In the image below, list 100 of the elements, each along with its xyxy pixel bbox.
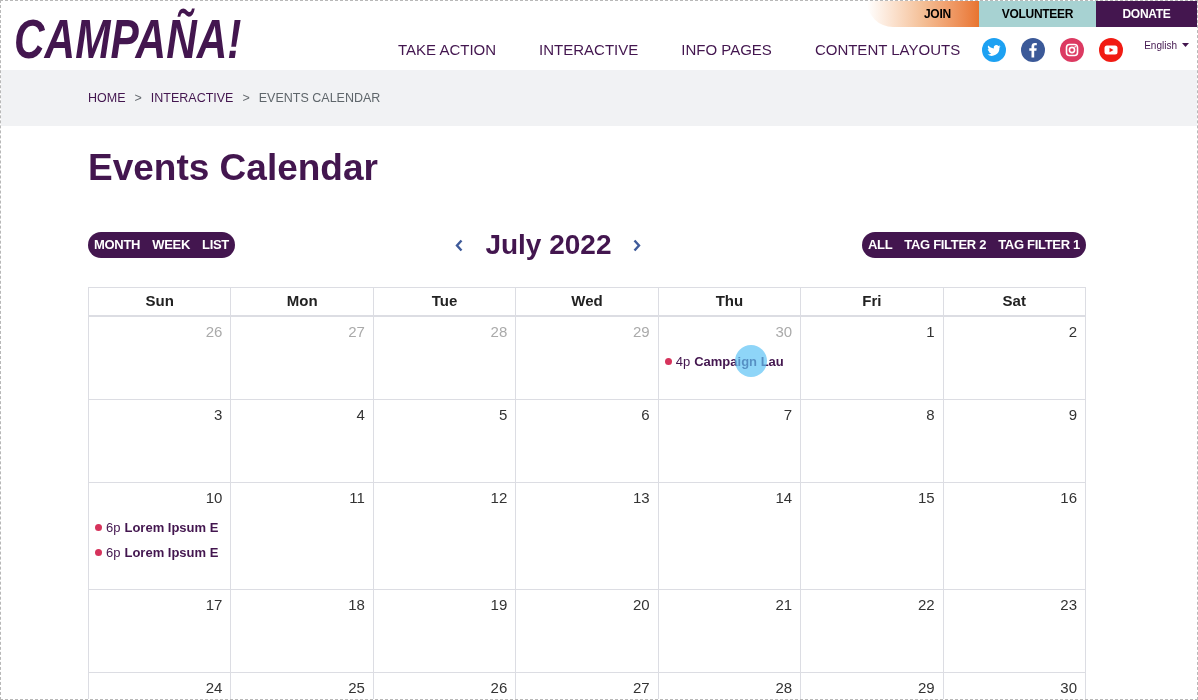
day-number: 27 bbox=[633, 678, 651, 698]
volunteer-link[interactable]: VOLUNTEER bbox=[979, 1, 1096, 27]
day-cell[interactable]: 19 bbox=[373, 590, 517, 673]
day-number: 16 bbox=[1060, 488, 1078, 508]
breadcrumb-separator: > bbox=[134, 89, 142, 107]
breadcrumb-link[interactable]: HOME bbox=[88, 88, 126, 108]
day-number: 25 bbox=[348, 678, 366, 698]
event-time: 4p bbox=[675, 352, 691, 371]
day-number: 26 bbox=[490, 678, 509, 698]
day-cell[interactable]: 11 bbox=[231, 483, 374, 590]
chevron-right-icon bbox=[633, 238, 642, 252]
day-number: 24 bbox=[205, 678, 224, 698]
facebook-icon bbox=[1021, 38, 1046, 62]
day-number: 4 bbox=[356, 405, 366, 425]
event-title-link[interactable]: Lorem Ipsum E bbox=[124, 542, 219, 563]
social-link[interactable] bbox=[1099, 38, 1124, 62]
day-number: 29 bbox=[633, 322, 651, 342]
day-number: 21 bbox=[775, 595, 794, 615]
day-number: 5 bbox=[498, 405, 509, 425]
day-number: 2 bbox=[1068, 322, 1078, 342]
weekday-header: Wed bbox=[516, 288, 659, 317]
view-button[interactable]: LIST bbox=[202, 236, 229, 254]
day-number: 19 bbox=[490, 595, 509, 615]
day-cell[interactable]: 20 bbox=[516, 590, 659, 673]
breadcrumb-current: EVENTS CALENDAR bbox=[258, 89, 381, 107]
youtube-icon bbox=[1099, 38, 1124, 62]
view-button[interactable]: WEEK bbox=[152, 236, 190, 254]
view-button[interactable]: MONTH bbox=[94, 236, 141, 254]
day-number: 17 bbox=[205, 595, 224, 615]
social-link[interactable] bbox=[1060, 38, 1085, 62]
nav-link[interactable]: TAKE ACTION bbox=[398, 38, 497, 62]
nav-link[interactable]: INTERACTIVE bbox=[539, 38, 639, 62]
day-cell[interactable]: 29 bbox=[801, 673, 944, 699]
day-cell[interactable]: 5 bbox=[373, 400, 517, 483]
day-number: 14 bbox=[775, 488, 794, 508]
day-number: 22 bbox=[917, 595, 936, 615]
day-cell[interactable]: 30 bbox=[943, 673, 1086, 699]
day-cell[interactable]: 10 6p Lorem Ipsum E 6p Lorem Ipsum E bbox=[89, 483, 232, 590]
day-number: 30 bbox=[775, 322, 794, 342]
day-number: 10 bbox=[205, 488, 224, 508]
day-cell[interactable]: 23 bbox=[943, 590, 1086, 673]
day-cell[interactable]: 7 bbox=[658, 400, 802, 483]
day-number: 28 bbox=[775, 678, 794, 698]
day-cell[interactable]: 24 bbox=[89, 673, 232, 699]
day-number: 26 bbox=[205, 322, 224, 342]
day-cell[interactable]: 15 bbox=[801, 483, 944, 590]
day-cell[interactable]: 4 bbox=[231, 400, 374, 483]
instagram-icon bbox=[1060, 38, 1085, 62]
social-link[interactable] bbox=[982, 38, 1007, 62]
day-cell[interactable]: 18 bbox=[231, 590, 374, 673]
day-cell[interactable]: 27 bbox=[516, 673, 659, 699]
day-number: 28 bbox=[490, 322, 509, 342]
tag-filter-button[interactable]: TAG FILTER 2 bbox=[904, 236, 987, 254]
weekday-header: Sat bbox=[943, 288, 1086, 317]
event-time: 6p bbox=[106, 518, 121, 537]
language-dropdown[interactable]: English bbox=[1144, 37, 1189, 53]
nav-link[interactable]: INFO PAGES bbox=[681, 38, 772, 62]
tag-filter-button[interactable]: ALL bbox=[867, 236, 893, 254]
day-cell[interactable]: 8 bbox=[801, 400, 944, 483]
page-title: Events Calendar bbox=[88, 146, 378, 190]
chevron-left-icon bbox=[455, 238, 464, 252]
day-cell[interactable]: 12 bbox=[373, 483, 517, 590]
day-cell[interactable]: 9 bbox=[943, 400, 1086, 483]
join-link[interactable]: JOIN bbox=[867, 1, 979, 27]
event-title-link[interactable]: Campaign Lau bbox=[694, 351, 784, 372]
twitter-icon bbox=[982, 38, 1007, 62]
day-cell[interactable]: 28 bbox=[658, 673, 802, 699]
day-cell[interactable]: 13 bbox=[516, 483, 659, 590]
day-number: 12 bbox=[490, 488, 509, 508]
day-cell[interactable]: 3 bbox=[89, 400, 232, 483]
day-cell[interactable]: 25 bbox=[231, 673, 374, 699]
next-month-button[interactable] bbox=[631, 237, 644, 253]
weekday-header: Thu bbox=[658, 288, 802, 317]
day-cell[interactable]: 22 bbox=[801, 590, 944, 673]
event-title-link[interactable]: Lorem Ipsum E bbox=[124, 517, 219, 538]
day-cell[interactable]: 16 bbox=[943, 483, 1086, 590]
weekday-header: Tue bbox=[373, 288, 517, 317]
caret-icon bbox=[1182, 43, 1189, 47]
day-cell[interactable]: 14 bbox=[658, 483, 802, 590]
day-number: 29 bbox=[917, 678, 936, 698]
breadcrumb-link[interactable]: INTERACTIVE bbox=[150, 88, 234, 108]
day-cell[interactable]: 1 bbox=[801, 317, 944, 400]
day-number: 11 bbox=[349, 488, 366, 508]
day-number: 9 bbox=[1068, 405, 1078, 425]
event-time: 6p bbox=[106, 543, 121, 562]
day-number: 27 bbox=[348, 322, 366, 342]
day-number: 23 bbox=[1060, 595, 1078, 615]
day-number: 7 bbox=[783, 405, 794, 425]
breadcrumb-separator: > bbox=[242, 89, 250, 107]
weekday-header: Mon bbox=[231, 288, 374, 317]
social-link[interactable] bbox=[1021, 38, 1046, 62]
day-cell[interactable]: 26 bbox=[373, 673, 517, 699]
day-cell[interactable]: 17 bbox=[89, 590, 232, 673]
day-cell[interactable]: 2 bbox=[943, 317, 1086, 400]
nav-link[interactable]: CONTENT LAYOUTS bbox=[814, 38, 961, 62]
day-cell[interactable]: 6 bbox=[516, 400, 659, 483]
donate-link[interactable]: DONATE bbox=[1096, 1, 1197, 27]
day-number: 30 bbox=[1060, 678, 1078, 698]
tag-filter-button[interactable]: TAG FILTER 1 bbox=[998, 236, 1080, 254]
day-cell[interactable]: 21 bbox=[658, 590, 802, 673]
